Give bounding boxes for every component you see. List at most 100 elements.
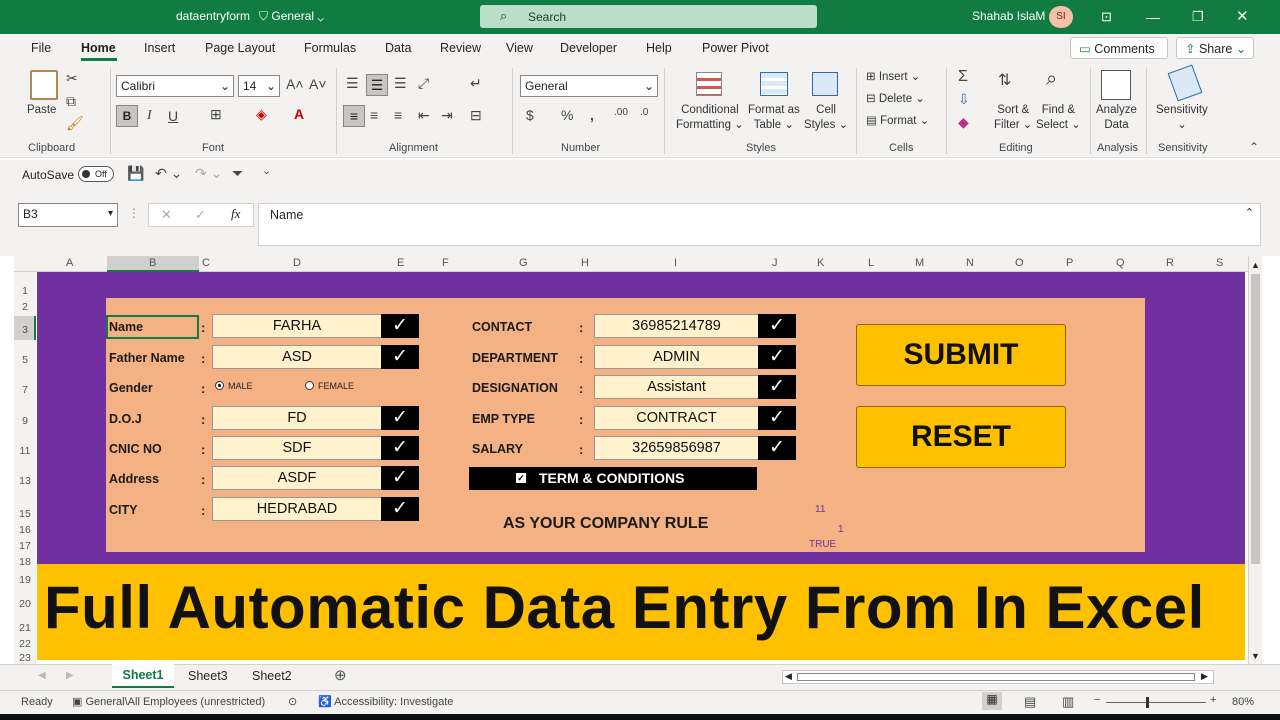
next-sheet-icon[interactable]: ▶	[66, 670, 74, 681]
designation-field[interactable]: Assistant	[594, 375, 759, 399]
prev-sheet-icon[interactable]: ◀	[38, 670, 46, 681]
clear-icon[interactable]: ◆	[958, 114, 969, 131]
undo-icon[interactable]: ↶ ⌄	[155, 165, 182, 182]
increase-decimal-icon[interactable]: .00	[614, 107, 628, 118]
row-header[interactable]: 9	[14, 415, 36, 427]
decrease-decimal-icon[interactable]: .0	[640, 107, 648, 118]
comma-icon[interactable]: ,	[590, 107, 594, 123]
filter-icon[interactable]: ⏷	[232, 165, 243, 182]
tab-view[interactable]: View	[506, 41, 533, 55]
address-field[interactable]: ASDF	[212, 466, 382, 490]
terms-checkbox[interactable]: ✓ TERM & CONDITIONS	[469, 467, 757, 490]
column-header[interactable]: K	[817, 257, 824, 269]
search-box[interactable]: ⌕ Search	[480, 5, 817, 28]
doj-field[interactable]: FD	[212, 406, 382, 430]
zoom-level[interactable]: 80%	[1232, 696, 1254, 708]
row-header[interactable]: 18	[14, 556, 36, 568]
formula-input[interactable]: Name ⌃	[258, 203, 1261, 246]
submit-button[interactable]: SUBMIT	[856, 324, 1066, 386]
reset-button[interactable]: RESET	[856, 406, 1066, 468]
emp-type-field[interactable]: CONTRACT	[594, 406, 759, 430]
vertical-scrollbar[interactable]: ▲ ▼	[1248, 256, 1262, 664]
collapse-ribbon-icon[interactable]: ⌃	[1249, 140, 1259, 154]
column-header[interactable]: B	[149, 257, 156, 269]
sensitivity-status[interactable]: ▣ General\All Employees (unrestricted)	[72, 695, 265, 708]
zoom-thumb[interactable]	[1146, 697, 1149, 708]
column-header[interactable]: H	[581, 257, 589, 269]
sheet-tab-sheet1[interactable]: Sheet1	[112, 664, 174, 688]
percent-icon[interactable]: %	[561, 107, 573, 123]
save-icon[interactable]: 💾	[127, 165, 144, 182]
decrease-indent-icon[interactable]: ⇤	[418, 107, 430, 124]
font-size-select[interactable]: 14 ⌄	[238, 75, 280, 97]
tab-developer[interactable]: Developer	[560, 41, 617, 55]
page-layout-view-icon[interactable]: ▤	[1024, 694, 1036, 710]
salary-field[interactable]: 32659856987	[594, 436, 759, 460]
analyze-data-icon[interactable]	[1101, 70, 1131, 100]
row-header[interactable]: 17	[14, 540, 36, 552]
insert-function-icon[interactable]: fx	[231, 206, 240, 222]
redo-icon[interactable]: ↷ ⌄	[195, 165, 222, 182]
row-header[interactable]: 5	[14, 354, 36, 366]
increase-indent-icon[interactable]: ⇥	[441, 107, 453, 124]
name-box[interactable]: B3 ▾	[18, 203, 118, 227]
name-field[interactable]: FARHA	[212, 314, 382, 338]
sensitivity-label[interactable]: ⛉ General ⌄	[259, 9, 324, 24]
delete-cells-button[interactable]: ⊟ Delete ⌄	[866, 92, 925, 107]
font-color-icon[interactable]: A	[294, 106, 304, 122]
row-header[interactable]: 1	[14, 285, 36, 297]
column-header[interactable]: D	[293, 257, 301, 269]
column-header[interactable]: R	[1166, 257, 1174, 269]
row-header[interactable]: 11	[14, 445, 36, 457]
accessibility-status[interactable]: ♿ Accessibility: Investigate	[318, 695, 453, 708]
increase-font-icon[interactable]: A˄	[286, 76, 304, 92]
row-header[interactable]: 22	[14, 638, 36, 650]
fill-icon[interactable]: ⇩	[958, 91, 970, 108]
row-header[interactable]: 15	[14, 508, 36, 520]
sensitivity-button[interactable]: Sensitivity ⌄	[1156, 103, 1208, 133]
scroll-thumb[interactable]	[797, 673, 1195, 681]
column-header[interactable]: F	[442, 257, 449, 269]
column-header[interactable]: A	[66, 257, 73, 269]
wrap-text-icon[interactable]: ↵	[470, 75, 482, 92]
ribbon-display-icon[interactable]: ⊡	[1101, 9, 1112, 25]
font-name-select[interactable]: Calibri ⌄	[116, 75, 234, 97]
align-left-icon[interactable]: ≡	[343, 105, 365, 127]
column-header[interactable]: P	[1066, 257, 1073, 269]
orientation-icon[interactable]: ⤢	[418, 75, 429, 92]
tab-data[interactable]: Data	[385, 41, 411, 55]
scroll-down-icon[interactable]: ▼	[1251, 651, 1260, 661]
column-header[interactable]: M	[915, 257, 924, 269]
expand-formula-icon[interactable]: ⌃	[1245, 206, 1254, 219]
paste-icon[interactable]	[30, 70, 58, 100]
tab-formulas[interactable]: Formulas	[304, 41, 356, 55]
scroll-left-icon[interactable]: ◀	[785, 671, 792, 682]
column-header[interactable]: O	[1015, 257, 1024, 269]
scroll-thumb[interactable]	[1251, 274, 1260, 564]
zoom-slider[interactable]	[1106, 697, 1206, 708]
cut-icon[interactable]: ✂	[66, 70, 78, 87]
decrease-font-icon[interactable]: A˅	[309, 76, 327, 92]
find-select-button[interactable]: Find & Select ⌄	[1036, 103, 1081, 133]
cnic-field[interactable]: SDF	[212, 436, 382, 460]
autosave-toggle[interactable]: Off	[78, 166, 114, 182]
tab-home[interactable]: Home	[81, 41, 116, 55]
format-as-table-button[interactable]: Format as Table ⌄	[748, 103, 800, 133]
insert-cells-button[interactable]: ⊞ Insert ⌄	[866, 70, 920, 85]
merge-center-icon[interactable]: ⊟	[470, 107, 482, 124]
close-icon[interactable]: ✕	[1236, 7, 1249, 25]
format-as-table-icon[interactable]	[760, 72, 788, 96]
tab-review[interactable]: Review	[440, 41, 481, 55]
scroll-up-icon[interactable]: ▲	[1251, 260, 1260, 270]
column-header[interactable]: G	[519, 257, 528, 269]
row-header[interactable]: 7	[14, 384, 36, 396]
currency-icon[interactable]: $	[526, 107, 534, 123]
conditional-formatting-icon[interactable]	[696, 72, 722, 96]
find-select-icon[interactable]: ⌕	[1046, 68, 1057, 91]
share-button[interactable]: ⇪ Share ⌄	[1176, 37, 1254, 59]
autosum-icon[interactable]: Σ	[958, 68, 968, 86]
scroll-right-icon[interactable]: ▶	[1201, 671, 1208, 682]
align-right-icon[interactable]: ≡	[394, 107, 402, 123]
cell-styles-button[interactable]: Cell Styles ⌄	[804, 103, 848, 133]
sort-filter-icon[interactable]: ⇅	[998, 70, 1011, 90]
